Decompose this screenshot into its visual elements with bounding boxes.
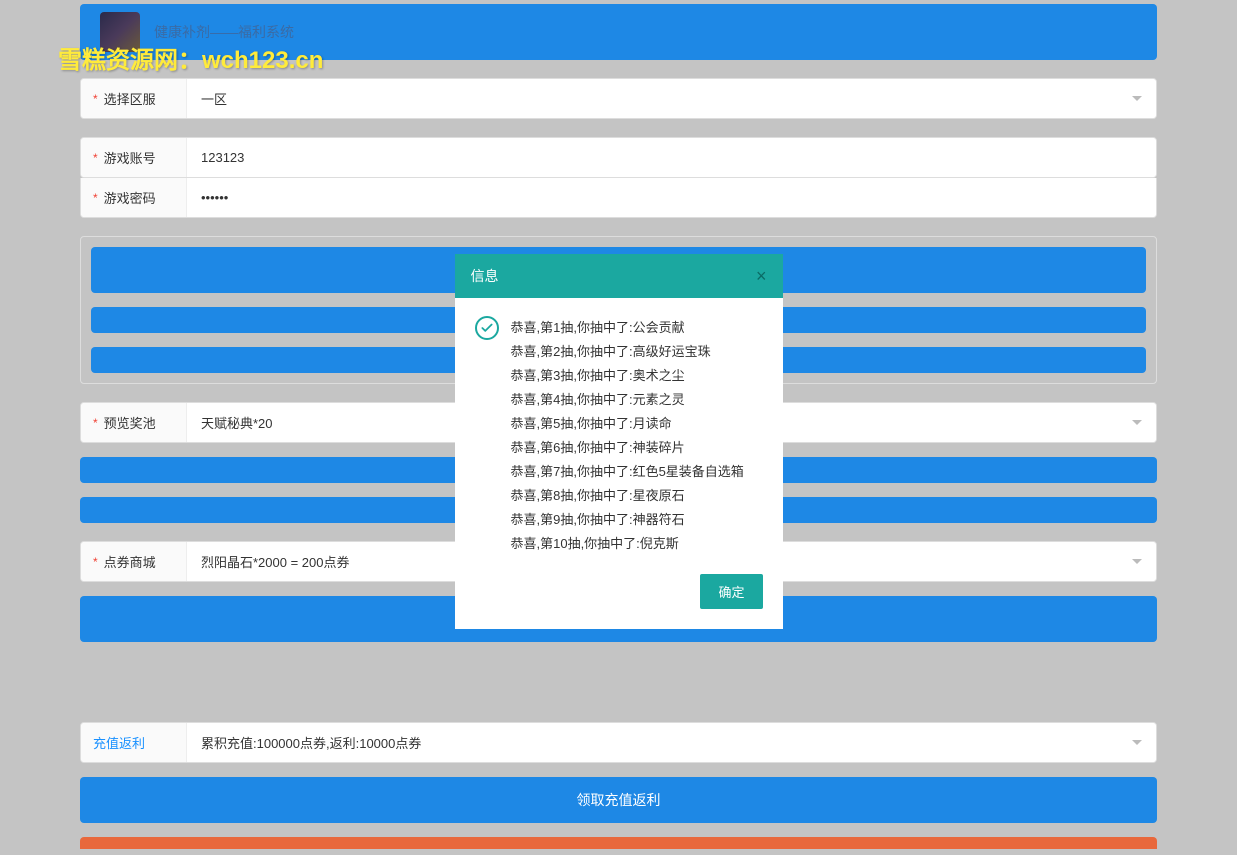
modal-line: 恭喜,第7抽,你抽中了:红色5星装备自选箱 [511,460,744,484]
modal-footer: 确定 [455,574,783,629]
modal-line: 恭喜,第3抽,你抽中了:奥术之尘 [511,364,744,388]
modal-message-list: 恭喜,第1抽,你抽中了:公会贡献恭喜,第2抽,你抽中了:高级好运宝珠恭喜,第3抽… [511,316,744,556]
modal-line: 恭喜,第6抽,你抽中了:神装碎片 [511,436,744,460]
modal-overlay: 信息 × 恭喜,第1抽,你抽中了:公会贡献恭喜,第2抽,你抽中了:高级好运宝珠恭… [0,0,1237,851]
modal-line: 恭喜,第4抽,你抽中了:元素之灵 [511,388,744,412]
info-modal: 信息 × 恭喜,第1抽,你抽中了:公会贡献恭喜,第2抽,你抽中了:高级好运宝珠恭… [455,254,783,629]
success-check-icon [475,316,499,340]
modal-line: 恭喜,第2抽,你抽中了:高级好运宝珠 [511,340,744,364]
modal-line: 恭喜,第5抽,你抽中了:月读命 [511,412,744,436]
confirm-button[interactable]: 确定 [700,574,762,609]
modal-line: 恭喜,第10抽,你抽中了:倪克斯 [511,532,744,556]
modal-line: 恭喜,第8抽,你抽中了:星夜原石 [511,484,744,508]
modal-line: 恭喜,第9抽,你抽中了:神器符石 [511,508,744,532]
modal-header: 信息 × [455,254,783,298]
modal-body: 恭喜,第1抽,你抽中了:公会贡献恭喜,第2抽,你抽中了:高级好运宝珠恭喜,第3抽… [455,298,783,574]
modal-title: 信息 [471,266,499,286]
close-icon[interactable]: × [756,267,767,285]
modal-line: 恭喜,第1抽,你抽中了:公会贡献 [511,316,744,340]
